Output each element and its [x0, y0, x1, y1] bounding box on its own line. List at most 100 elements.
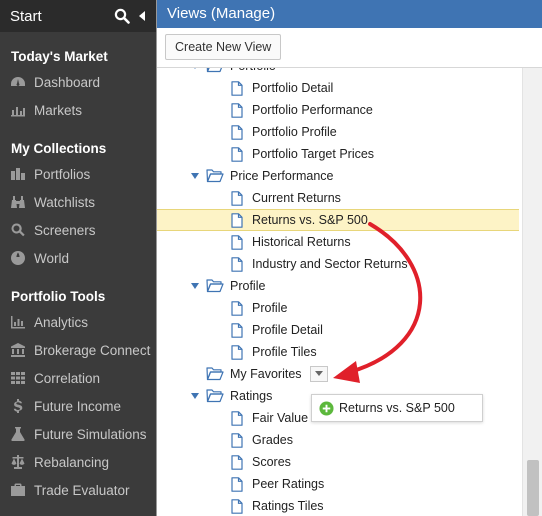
tree-node-label: Ratings [230, 389, 273, 403]
sidebar-item-label: Analytics [34, 314, 89, 330]
document-icon [231, 190, 243, 206]
sidebar-header: Start [0, 0, 156, 32]
sidebar-item-future-simulations[interactable]: Future Simulations [0, 420, 156, 448]
flask-icon [9, 426, 27, 442]
tree-item-profile-tiles[interactable]: Profile Tiles [157, 341, 519, 363]
drag-preview-label: Returns vs. S&P 500 [339, 401, 455, 415]
grid-icon [9, 370, 27, 386]
views-manage-panel: Views (Manage) Create New View Portfolio… [156, 0, 542, 516]
sidebar-item-world[interactable]: World [0, 244, 156, 272]
caret-down-icon[interactable] [190, 68, 200, 71]
toolbar: Create New View [157, 28, 542, 68]
start-title[interactable]: Start [10, 8, 114, 25]
sidebar-item-label: Trade Evaluator [34, 482, 130, 498]
tree-node-label: Profile Tiles [252, 345, 317, 359]
sidebar-item-trade-evaluator[interactable]: Trade Evaluator [0, 476, 156, 504]
dollar-icon [9, 398, 27, 414]
sidebar-item-label: Watchlists [34, 194, 96, 210]
create-new-view-button[interactable]: Create New View [165, 34, 282, 60]
tree-node-label: Portfolio Profile [252, 125, 337, 139]
document-icon [231, 256, 243, 272]
document-icon [231, 80, 243, 96]
sidebar-item-future-income[interactable]: Future Income [0, 392, 156, 420]
tree-node-label: Price Performance [230, 169, 334, 183]
document-icon [231, 300, 243, 316]
sidebar-item-screeners[interactable]: Screeners [0, 216, 156, 244]
tree-item-portfolio-detail[interactable]: Portfolio Detail [157, 77, 519, 99]
search-icon[interactable] [114, 8, 130, 24]
tree-node-label: Portfolio Performance [252, 103, 373, 117]
globe-icon [9, 250, 27, 266]
tree-node-label: Portfolio Target Prices [252, 147, 375, 161]
folder-open-icon [206, 389, 224, 403]
tree-item-profile[interactable]: Profile [157, 297, 519, 319]
tree-folder-my-favorites[interactable]: My Favorites [157, 363, 519, 385]
tree-item-profile-detail[interactable]: Profile Detail [157, 319, 519, 341]
scrollbar-thumb[interactable] [527, 460, 539, 516]
document-icon [231, 234, 243, 250]
sidebar-section-title: Portfolio Tools [11, 289, 106, 304]
drag-preview: Returns vs. S&P 500 [311, 394, 483, 422]
sidebar-item-label: Correlation [34, 370, 101, 386]
tree-node-label: Peer Ratings [252, 477, 325, 491]
sidebar-item-dashboard[interactable]: Dashboard [0, 68, 156, 96]
tree-node-label: Profile [230, 279, 266, 293]
tree-item-industry-and-sector-returns[interactable]: Industry and Sector Returns [157, 253, 519, 275]
tree-item-returns-vs-s-p-500[interactable]: Returns vs. S&P 500 [157, 209, 519, 231]
tree-item-historical-returns[interactable]: Historical Returns [157, 231, 519, 253]
document-icon [231, 454, 243, 470]
tree-item-portfolio-target-prices[interactable]: Portfolio Target Prices [157, 143, 519, 165]
document-icon [231, 344, 243, 360]
sidebar-section-title: My Collections [11, 141, 107, 156]
caret-down-icon[interactable] [190, 171, 200, 181]
document-icon [231, 322, 243, 338]
sidebar-item-rebalancing[interactable]: Rebalancing [0, 448, 156, 476]
folder-open-icon [206, 279, 224, 293]
sidebar: Start Today's Market Dashboard Markets My C… [0, 0, 156, 516]
caret-down-icon[interactable] [190, 281, 200, 291]
tree-item-ratings-tiles[interactable]: Ratings Tiles [157, 495, 519, 516]
tree-scrollbar[interactable] [522, 68, 542, 516]
tree-node-label: Fair Value [252, 411, 309, 425]
add-plus-icon [319, 400, 334, 416]
tree-item-grades[interactable]: Grades [157, 429, 519, 451]
portfolios-icon [9, 166, 27, 182]
briefcase-icon [9, 482, 27, 498]
document-icon [231, 432, 243, 448]
tree-folder-profile[interactable]: Profile [157, 275, 519, 297]
sidebar-item-watchlists[interactable]: Watchlists [0, 188, 156, 216]
tree-node-label: My Favorites [230, 367, 302, 381]
sidebar-item-brokerage-connect[interactable]: Brokerage Connect [0, 336, 156, 364]
tree-item-portfolio-profile[interactable]: Portfolio Profile [157, 121, 519, 143]
document-icon [231, 146, 243, 162]
analytics-icon [9, 314, 27, 330]
sidebar-item-label: Future Income [34, 398, 122, 414]
folder-open-icon [206, 68, 223, 73]
chevron-down-icon [314, 371, 323, 376]
folder-open-icon [206, 367, 224, 381]
tree-node-label: Portfolio Detail [252, 81, 334, 95]
document-icon [231, 410, 243, 426]
tree-item-scores[interactable]: Scores [157, 451, 519, 473]
sidebar-section-title: Today's Market [11, 49, 108, 64]
favorites-dropdown[interactable] [309, 366, 328, 382]
sidebar-item-correlation[interactable]: Correlation [0, 364, 156, 392]
sidebar-item-label: Screeners [34, 222, 96, 238]
collapse-sidebar-icon[interactable] [138, 10, 146, 22]
tree-item-peer-ratings[interactable]: Peer Ratings [157, 473, 519, 495]
sidebar-item-markets[interactable]: Markets [0, 96, 156, 124]
tree-node-label: Historical Returns [252, 235, 351, 249]
sidebar-item-label: Rebalancing [34, 454, 110, 470]
sidebar-item-analytics[interactable]: Analytics [0, 308, 156, 336]
tree-item-current-returns[interactable]: Current Returns [157, 187, 519, 209]
caret-down-icon[interactable] [190, 391, 200, 401]
sidebar-item-label: Portfolios [34, 166, 91, 182]
tree-folder-price-performance[interactable]: Price Performance [157, 165, 519, 187]
document-icon [231, 102, 243, 118]
tree-item-portfolio-performance[interactable]: Portfolio Performance [157, 99, 519, 121]
dashboard-icon [9, 74, 27, 90]
tree-folder-portfolio[interactable]: Portfolio [157, 68, 519, 77]
sidebar-item-portfolios[interactable]: Portfolios [0, 160, 156, 188]
sidebar-item-label: Future Simulations [34, 426, 147, 442]
balance-icon [9, 454, 27, 470]
